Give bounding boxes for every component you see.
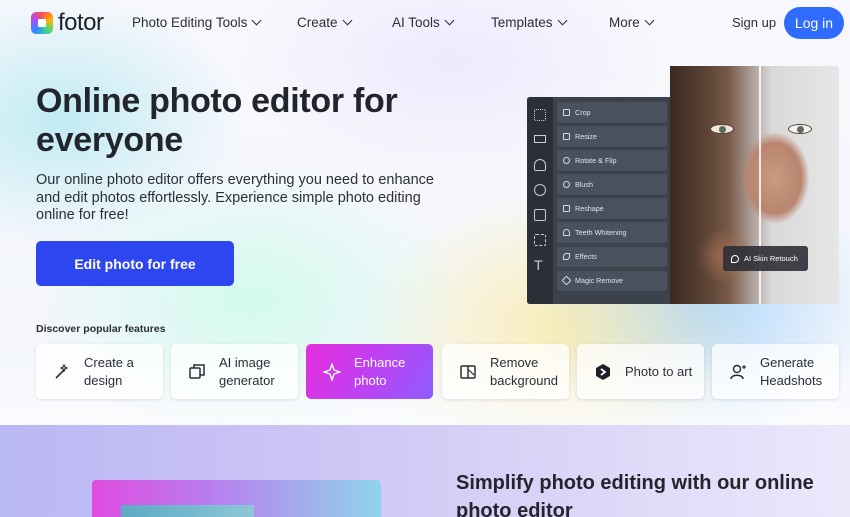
photo-right-eye <box>788 124 812 134</box>
elements-icon <box>534 234 546 246</box>
nav-templates[interactable]: Templates <box>491 15 567 30</box>
tool-label: Crop <box>575 107 591 117</box>
editor-panel-mockup: T Crop Resize Rotate & Flip Blush Reshap… <box>527 97 671 304</box>
tool-label: Magic Remove <box>575 276 623 286</box>
hero-description: Our online photo editor offers everythin… <box>36 172 434 223</box>
badge-label: AI Skin Retouch <box>744 254 798 263</box>
tooth-icon <box>563 229 570 237</box>
nav-create[interactable]: Create <box>297 15 352 30</box>
tool-label: Blush <box>575 180 593 190</box>
fotor-logo-text: fotor <box>58 9 104 36</box>
tool-label: Reshape <box>575 204 604 214</box>
person-icon <box>534 159 546 171</box>
effects-icon <box>563 253 570 261</box>
feature-photo-to-art[interactable]: Photo to art <box>577 344 704 399</box>
chevron-down-icon <box>444 15 455 26</box>
edit-photo-button[interactable]: Edit photo for free <box>36 241 234 286</box>
feature-label: AI image generator <box>219 354 275 388</box>
magic-remove-icon <box>561 275 572 286</box>
tool-blush: Blush <box>557 174 667 195</box>
tool-label: Teeth Whitening <box>575 228 627 238</box>
sparkle-icon <box>322 362 342 382</box>
features-heading: Discover popular features <box>36 323 166 335</box>
feature-label: Generate Headshots <box>760 354 823 388</box>
feature-ai-image-generator[interactable]: AI image generator <box>171 344 298 399</box>
chevron-down-icon <box>557 15 567 26</box>
grid-icon <box>534 109 546 121</box>
tool-crop: Crop <box>557 102 667 123</box>
fotor-logo-icon <box>31 12 53 34</box>
feature-label: Remove background <box>490 354 558 388</box>
feature-remove-background[interactable]: Remove background <box>442 344 569 399</box>
tool-reshape: Reshape <box>557 198 667 219</box>
remove-bg-icon <box>458 362 478 382</box>
nav-label: Photo Editing Tools <box>132 15 248 30</box>
feature-label: Photo to art <box>625 363 693 379</box>
adjust-icon <box>534 135 546 143</box>
tool-effects: Effects <box>557 246 667 268</box>
blush-icon <box>563 181 570 189</box>
nav-more[interactable]: More <box>609 15 655 30</box>
login-button[interactable]: Log in <box>784 7 844 39</box>
editor-toolbar-rail: T <box>527 97 553 304</box>
nav-photo-editing-tools[interactable]: Photo Editing Tools <box>132 15 262 30</box>
reshape-icon <box>563 205 570 213</box>
skin-retouch-icon <box>731 254 739 263</box>
rotate-icon <box>563 156 570 164</box>
feature-generate-headshots[interactable]: Generate Headshots <box>712 344 839 399</box>
lower-section-image-inner <box>121 505 254 517</box>
section-title: Simplify photo editing with our online p… <box>456 472 814 517</box>
photo-left-eye <box>710 124 734 134</box>
tool-label: Effects <box>575 252 597 262</box>
nav-label: AI Tools <box>392 15 440 30</box>
editor-tool-list: Crop Resize Rotate & Flip Blush Reshape … <box>557 102 667 295</box>
tool-magic-remove: Magic Remove <box>557 270 667 292</box>
tool-label: Resize <box>575 131 597 141</box>
chevron-down-icon <box>251 15 262 26</box>
nav-label: More <box>609 15 640 30</box>
nav-label: Create <box>297 15 338 30</box>
nav-ai-tools[interactable]: AI Tools <box>392 15 455 30</box>
art-icon <box>593 362 613 382</box>
tool-rotate-flip: Rotate & Flip <box>557 150 667 171</box>
nav-label: Templates <box>491 15 553 30</box>
ai-skin-retouch-badge: AI Skin Retouch <box>723 246 808 271</box>
crop-icon <box>563 108 570 116</box>
feature-label: Enhance photo <box>354 354 406 388</box>
tool-teeth-whitening: Teeth Whitening <box>557 222 667 243</box>
text-icon: T <box>534 257 543 273</box>
feature-create-design[interactable]: Create a design <box>36 344 163 399</box>
tool-label: Rotate & Flip <box>575 155 617 165</box>
eye-icon <box>534 184 546 196</box>
resize-icon <box>563 132 570 140</box>
signup-link[interactable]: Sign up <box>732 15 776 30</box>
image-stack-icon <box>187 362 207 382</box>
hero-title: Online photo editor for everyone <box>36 82 398 159</box>
fotor-logo[interactable]: fotor <box>31 9 104 36</box>
chevron-down-icon <box>644 15 655 26</box>
top-nav: fotor Photo Editing Tools Create AI Tool… <box>0 0 850 46</box>
feature-enhance-photo[interactable]: Enhance photo <box>306 344 433 399</box>
headshot-icon <box>728 362 748 382</box>
tool-resize: Resize <box>557 126 667 147</box>
magic-wand-icon <box>52 362 72 382</box>
feature-label: Create a design <box>84 354 134 388</box>
frame-icon <box>534 209 546 221</box>
chevron-down-icon <box>342 15 352 26</box>
